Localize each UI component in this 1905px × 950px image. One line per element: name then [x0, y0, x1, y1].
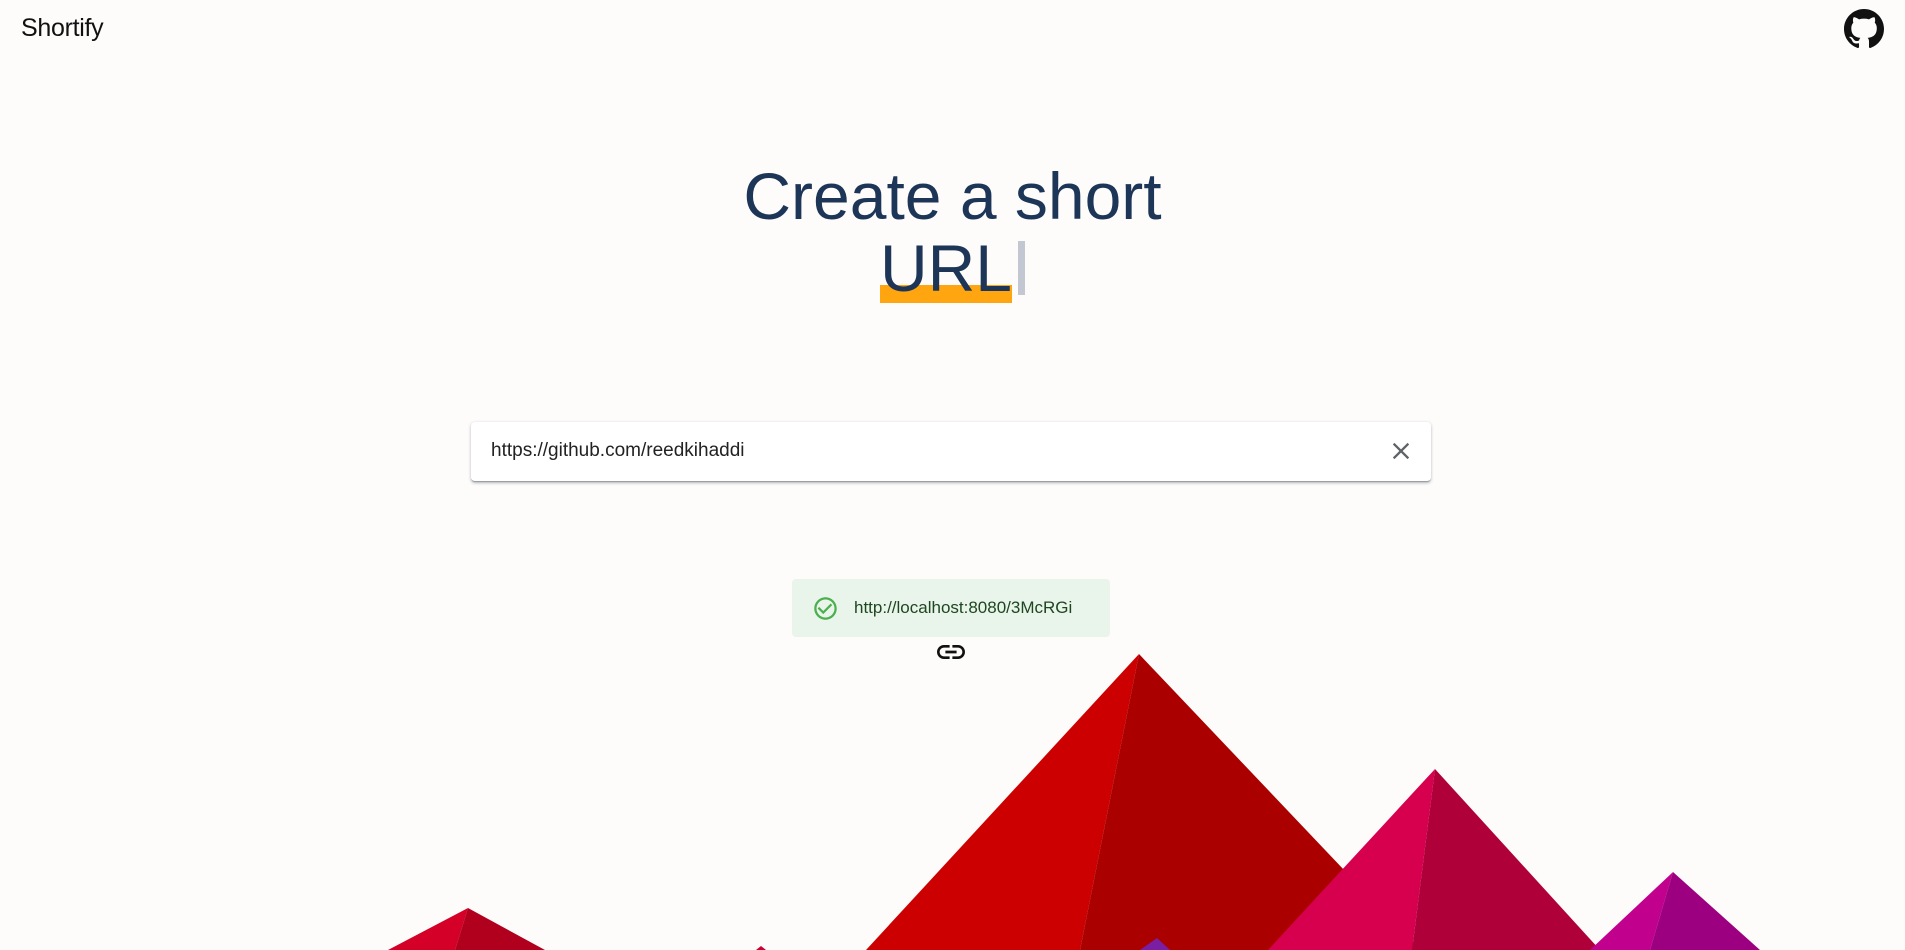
- check-circle-icon: [812, 595, 839, 622]
- github-link[interactable]: [1844, 9, 1884, 49]
- brand-title[interactable]: Shortify: [21, 14, 104, 43]
- close-icon: [1392, 442, 1410, 460]
- hero-heading: Create a short URL: [0, 160, 1905, 304]
- url-input-container: [471, 422, 1431, 482]
- top-bar: Shortify: [0, 0, 1905, 60]
- clear-button[interactable]: [1387, 437, 1415, 465]
- highlighted-word: URL: [879, 231, 1013, 305]
- page: Shortify Create a short URL http://local…: [0, 0, 1905, 950]
- short-url-link[interactable]: http://localhost:8080/3McRGi: [854, 598, 1072, 618]
- hero-typed-line: URL: [879, 231, 1026, 305]
- github-icon: [1844, 9, 1884, 49]
- typing-caret: [1018, 241, 1026, 295]
- link-icon: [937, 645, 965, 659]
- success-alert: http://localhost:8080/3McRGi: [792, 579, 1110, 637]
- copy-link-button[interactable]: [933, 638, 969, 666]
- url-input[interactable]: [491, 422, 1371, 480]
- hero-line: Create a short: [743, 159, 1162, 233]
